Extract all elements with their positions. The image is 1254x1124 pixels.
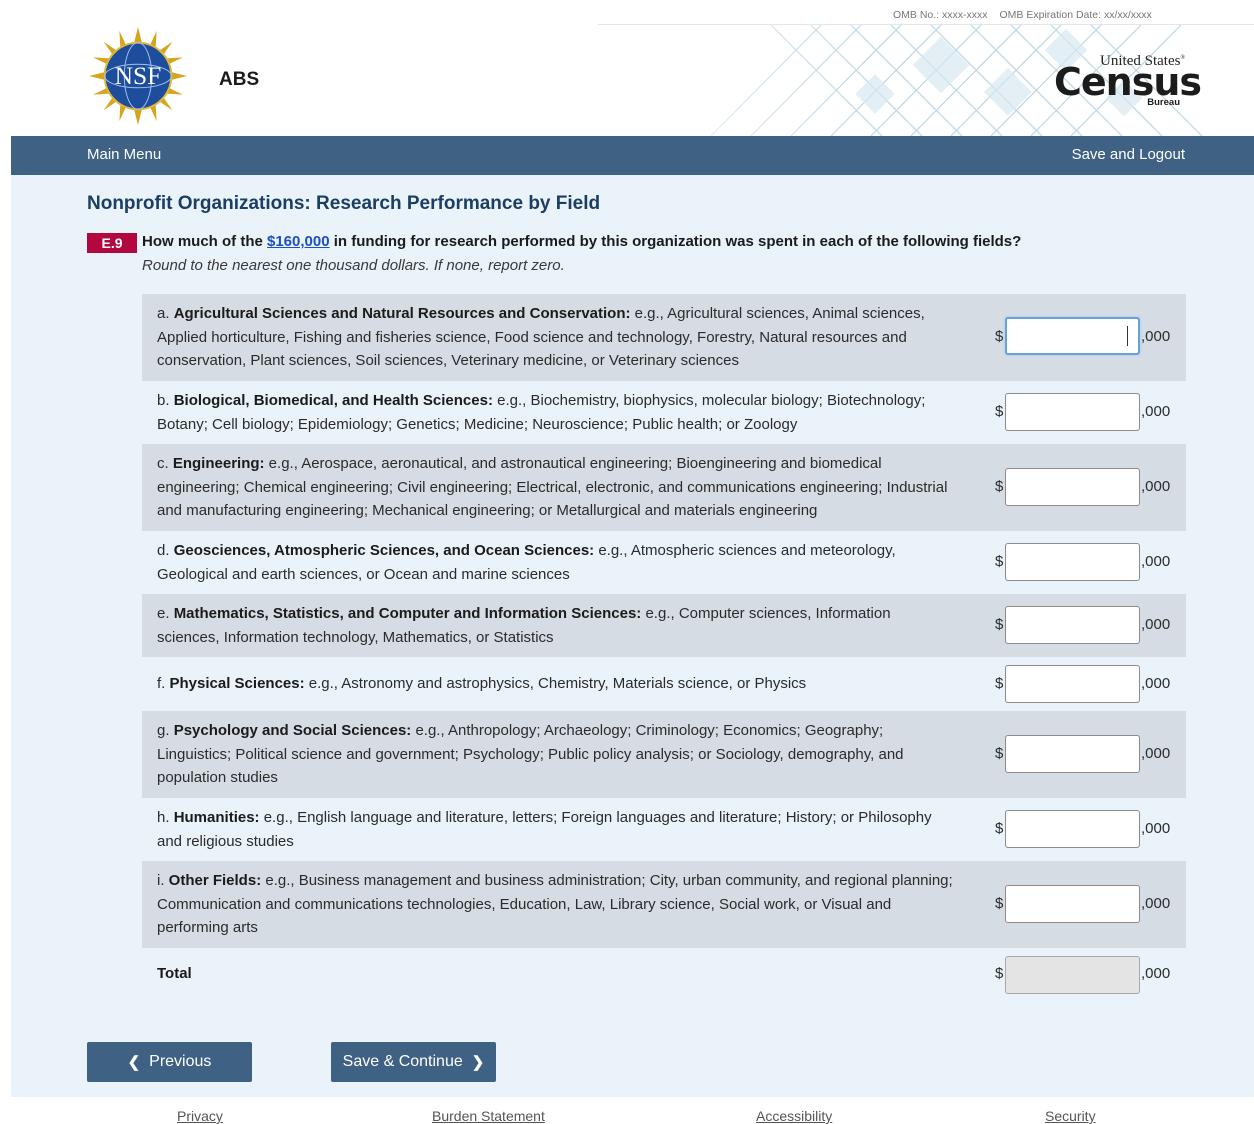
previous-button-label: Previous [149, 1053, 212, 1070]
field-row-text: f. Physical Sciences: e.g., Astronomy an… [157, 675, 807, 692]
nsf-logo-text: NSF [115, 61, 162, 90]
field-row-geosciences: d. Geosciences, Atmospheric Sciences, an… [142, 531, 1186, 594]
site-header: NSF ABS United States® Census Bureau [11, 25, 1254, 136]
omb-number: OMB No.: xxxx-xxxx [893, 9, 988, 21]
field-row-other: i. Other Fields: e.g., Business manageme… [142, 861, 1186, 948]
thousands-suffix: ,000 [1141, 616, 1171, 633]
thousands-suffix: ,000 [1141, 328, 1171, 345]
funding-amount-link[interactable]: $160,000 [267, 233, 330, 250]
page-title: Nonprofit Organizations: Research Perfor… [87, 193, 601, 214]
omb-info: OMB No.: xxxx-xxxx OMB Expiration Date: x… [893, 9, 1152, 21]
psychology-amount-input[interactable] [1005, 735, 1140, 773]
field-row-physical: f. Physical Sciences: e.g., Astronomy an… [142, 657, 1186, 711]
thousands-suffix: ,000 [1141, 965, 1171, 982]
field-row-text: e. Mathematics, Statistics, and Computer… [157, 605, 891, 646]
thousands-suffix: ,000 [1141, 403, 1171, 420]
total-amount-input [1005, 956, 1140, 994]
dollar-sign: $ [995, 895, 1004, 912]
main-content: Nonprofit Organizations: Research Perfor… [11, 175, 1254, 1097]
save-and-continue-label: Save & Continue [342, 1053, 463, 1070]
dollar-sign: $ [995, 616, 1004, 633]
thousands-suffix: ,000 [1141, 553, 1171, 570]
census-logo-bureau: Bureau [1147, 97, 1180, 108]
survey-label: ABS [219, 69, 260, 90]
thousands-suffix: ,000 [1141, 895, 1171, 912]
thousands-suffix: ,000 [1141, 745, 1171, 762]
chevron-left-icon: ❮ [127, 1054, 141, 1071]
privacy-link[interactable]: Privacy [177, 1108, 223, 1124]
field-rows: a. Agricultural Sciences and Natural Res… [142, 294, 1186, 1002]
field-row-text: h. Humanities: e.g., English language an… [157, 809, 932, 850]
physical-amount-input[interactable] [1005, 665, 1140, 703]
question-number-badge: E.9 [87, 233, 137, 253]
field-row-text: c. Engineering: e.g., Aerospace, aeronau… [157, 455, 948, 520]
dollar-sign: $ [995, 403, 1004, 420]
field-row-psychology: g. Psychology and Social Sciences: e.g.,… [142, 711, 1186, 798]
text-caret [1127, 326, 1128, 346]
field-row-biological: b. Biological, Biomedical, and Health Sc… [142, 381, 1186, 444]
dollar-sign: $ [995, 478, 1004, 495]
field-row-agricultural: a. Agricultural Sciences and Natural Res… [142, 294, 1186, 381]
question-instruction: Round to the nearest one thousand dollar… [142, 257, 565, 274]
field-row-text: g. Psychology and Social Sciences: e.g.,… [157, 722, 904, 787]
dollar-sign: $ [995, 965, 1004, 982]
engineering-amount-input[interactable] [1005, 468, 1140, 506]
question-text: How much of the $160,000 in funding for … [142, 233, 1022, 250]
thousands-suffix: ,000 [1141, 478, 1171, 495]
field-row-humanities: h. Humanities: e.g., English language an… [142, 798, 1186, 861]
field-row-mathematics: e. Mathematics, Statistics, and Computer… [142, 594, 1186, 657]
top-nav-bar: Main Menu Save and Logout [11, 136, 1254, 175]
accessibility-link[interactable]: Accessibility [756, 1108, 832, 1124]
security-link[interactable]: Security [1045, 1108, 1096, 1124]
nsf-logo: NSF [89, 27, 187, 125]
field-row-text: d. Geosciences, Atmospheric Sciences, an… [157, 542, 896, 583]
dollar-sign: $ [995, 675, 1004, 692]
thousands-suffix: ,000 [1141, 675, 1171, 692]
save-and-logout-link[interactable]: Save and Logout [1072, 146, 1185, 163]
census-bureau-logo: United States® Census Bureau [1054, 53, 1202, 109]
field-row-text: i. Other Fields: e.g., Business manageme… [157, 872, 953, 937]
mathematics-amount-input[interactable] [1005, 606, 1140, 644]
thousands-suffix: ,000 [1141, 820, 1171, 837]
total-label: Total [157, 965, 192, 982]
dollar-sign: $ [995, 553, 1004, 570]
save-and-continue-button[interactable]: Save & Continue ❯ [331, 1042, 496, 1082]
geosciences-amount-input[interactable] [1005, 543, 1140, 581]
humanities-amount-input[interactable] [1005, 810, 1140, 848]
total-row: Total $ ,000 [142, 948, 1186, 1002]
field-row-engineering: c. Engineering: e.g., Aerospace, aeronau… [142, 444, 1186, 531]
previous-button[interactable]: ❮ Previous [87, 1042, 252, 1082]
main-menu-link[interactable]: Main Menu [87, 146, 161, 163]
omb-expiration: OMB Expiration Date: xx/xx/xxxx [999, 9, 1152, 21]
biological-amount-input[interactable] [1005, 393, 1140, 431]
field-row-text: b. Biological, Biomedical, and Health Sc… [157, 392, 926, 433]
agricultural-amount-input[interactable] [1005, 317, 1140, 355]
chevron-right-icon: ❯ [471, 1054, 485, 1071]
field-row-text: a. Agricultural Sciences and Natural Res… [157, 305, 925, 370]
burden-statement-link[interactable]: Burden Statement [432, 1108, 545, 1124]
census-logo-wordmark: Census [1054, 60, 1202, 104]
other-fields-amount-input[interactable] [1005, 885, 1140, 923]
dollar-sign: $ [995, 745, 1004, 762]
dollar-sign: $ [995, 328, 1004, 345]
dollar-sign: $ [995, 820, 1004, 837]
